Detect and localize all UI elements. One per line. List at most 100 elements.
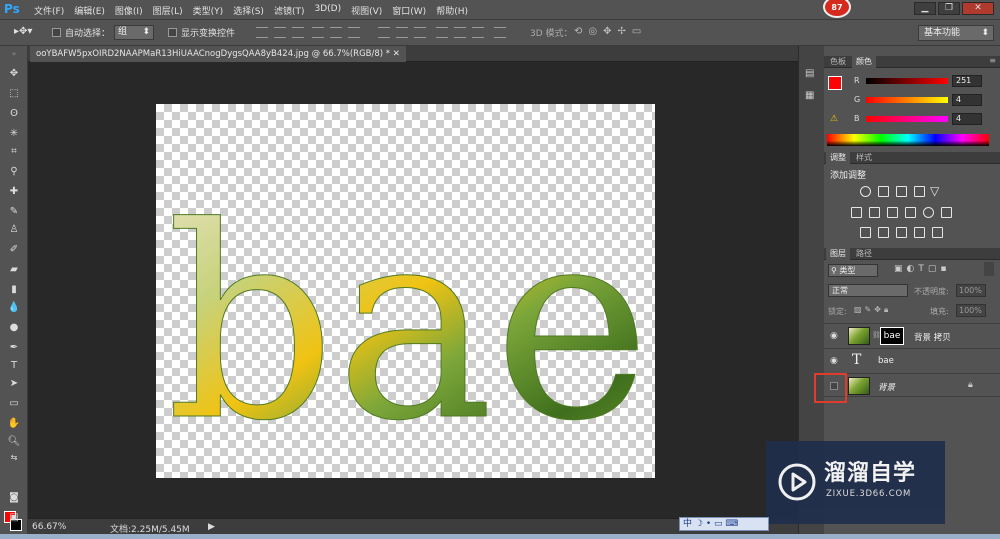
red-slider[interactable] <box>866 78 948 84</box>
layer-row-background[interactable]: 背景 🔒︎ <box>824 373 1000 397</box>
3d-mode-icons[interactable]: ⟲◎✥✢▭ <box>574 26 647 37</box>
selective-color-icon[interactable] <box>932 227 943 238</box>
panel-menu-icon[interactable]: ≡ <box>989 56 996 65</box>
zoom-level[interactable]: 66.67% <box>32 522 66 532</box>
gradient-map-icon[interactable] <box>914 227 925 238</box>
align-right-icon[interactable] <box>348 27 360 38</box>
layer-row-background-copy[interactable]: ◉ ⛓ bae 背景 拷贝 <box>824 323 1000 347</box>
lock-icons[interactable]: ▨✎✥🔒︎ <box>854 305 891 315</box>
pen-tool-icon[interactable]: ✒ <box>7 342 21 354</box>
history-brush-tool-icon[interactable]: ✐ <box>7 244 21 256</box>
threshold-icon[interactable] <box>896 227 907 238</box>
close-button[interactable]: ✕ <box>962 2 994 15</box>
align-hcenter-icon[interactable] <box>330 27 342 38</box>
layer-mask-thumbnail[interactable]: bae <box>880 327 904 345</box>
blue-slider[interactable] <box>866 116 948 122</box>
clone-stamp-tool-icon[interactable]: ♙ <box>7 224 21 236</box>
posterize-icon[interactable] <box>878 227 889 238</box>
notification-badge[interactable]: 87 <box>823 0 851 18</box>
zoom-tool-icon[interactable]: 🔍︎ <box>7 436 21 448</box>
menu-edit[interactable]: 编辑(E) <box>74 4 105 17</box>
lasso-tool-icon[interactable]: ʘ <box>7 108 21 120</box>
color-balance-icon[interactable] <box>869 207 880 218</box>
black-white-icon[interactable] <box>887 207 898 218</box>
distribute-hcenter-icon[interactable] <box>454 27 466 38</box>
tab-paths[interactable]: 路径 <box>852 248 876 260</box>
move-tool-icon[interactable]: ✥ <box>7 68 21 80</box>
blur-tool-icon[interactable]: 💧 <box>7 302 21 314</box>
menu-layer[interactable]: 图层(L) <box>153 4 183 17</box>
green-value-field[interactable]: 4 <box>952 94 982 106</box>
ime-toolbar[interactable]: 中 ☽ • ▭ ⌨ <box>679 517 769 531</box>
eye-icon[interactable]: ◉ <box>830 331 840 341</box>
gradient-tool-icon[interactable]: ▮ <box>7 284 21 296</box>
crop-tool-icon[interactable]: ⌗ <box>7 146 21 158</box>
tab-adjustments[interactable]: 调整 <box>826 152 850 164</box>
rectangle-tool-icon[interactable]: ▭ <box>7 398 21 410</box>
path-selection-tool-icon[interactable]: ➤ <box>7 378 21 390</box>
hand-tool-icon[interactable]: ✋ <box>7 418 21 430</box>
auto-align-icon[interactable] <box>494 27 506 38</box>
type-tool-icon[interactable]: T <box>7 360 21 372</box>
menu-file[interactable]: 文件(F) <box>34 4 64 17</box>
distribute-right-icon[interactable] <box>472 27 484 38</box>
layer-filter-dropdown[interactable]: ⚲ 类型 <box>828 264 878 277</box>
align-vcenter-icon[interactable] <box>274 27 286 38</box>
align-bottom-icon[interactable] <box>292 27 304 38</box>
dodge-tool-icon[interactable]: ● <box>7 322 21 334</box>
distribute-top-icon[interactable] <box>378 27 390 38</box>
document-tab[interactable]: ooYBAFW5pxOIRD2NAAPMaR13HiUAACnogDygsQAA… <box>30 46 406 62</box>
history-panel-icon[interactable]: ▤ <box>805 68 814 79</box>
screen-mode-icon[interactable]: ▣ <box>7 512 21 524</box>
levels-icon[interactable] <box>878 186 889 197</box>
auto-select-toggle[interactable]: 自动选择： <box>52 26 110 39</box>
color-lookup-icon[interactable] <box>941 207 952 218</box>
swap-colors-icon[interactable]: ⇆ <box>7 452 21 464</box>
layer-name[interactable]: 背景 <box>878 381 895 393</box>
eraser-tool-icon[interactable]: ▰ <box>7 264 21 276</box>
gamut-warning-icon[interactable]: ⚠ <box>830 114 838 124</box>
ime-mode[interactable]: 中 <box>683 519 692 529</box>
distribute-bottom-icon[interactable] <box>414 27 426 38</box>
fill-field[interactable]: 100% <box>956 304 986 317</box>
menu-type[interactable]: 类型(Y) <box>193 4 224 17</box>
foreground-color-swatch[interactable] <box>828 76 842 90</box>
blue-value-field[interactable]: 4 <box>952 113 982 125</box>
exposure-icon[interactable] <box>914 186 925 197</box>
show-transform-checkbox[interactable] <box>168 28 177 37</box>
red-value-field[interactable]: 251 <box>952 75 982 87</box>
invert-icon[interactable] <box>860 227 871 238</box>
quick-mask-icon[interactable]: ◙ <box>7 492 21 504</box>
green-slider[interactable] <box>866 97 948 103</box>
menu-select[interactable]: 选择(S) <box>233 4 264 17</box>
tab-swatches[interactable]: 色板 <box>826 56 850 68</box>
auto-select-checkbox[interactable] <box>52 28 61 37</box>
channel-mixer-icon[interactable] <box>923 207 934 218</box>
opacity-field[interactable]: 100% <box>956 284 986 297</box>
menu-image[interactable]: 图像(I) <box>115 4 143 17</box>
align-left-icon[interactable] <box>312 27 324 38</box>
eyedropper-tool-icon[interactable]: ⚲ <box>7 166 21 178</box>
tab-color[interactable]: 颜色 <box>852 56 876 68</box>
filter-toggle-icon[interactable] <box>984 262 994 276</box>
menu-view[interactable]: 视图(V) <box>351 4 382 17</box>
move-tool-icon[interactable]: ▸✥▾ <box>14 26 32 37</box>
auto-select-dropdown[interactable]: 组 ⬍ <box>114 25 154 40</box>
tab-layers[interactable]: 图层 <box>826 248 850 260</box>
color-spectrum-bar[interactable] <box>827 134 989 146</box>
document-canvas[interactable]: bae <box>156 104 655 478</box>
menu-3d[interactable]: 3D(D) <box>314 4 341 17</box>
align-top-icon[interactable] <box>256 27 268 38</box>
ime-icons[interactable]: ☽ • ▭ ⌨ <box>695 519 738 529</box>
marquee-tool-icon[interactable]: ⬚ <box>7 88 21 100</box>
hue-saturation-icon[interactable] <box>851 207 862 218</box>
properties-panel-icon[interactable]: ▦ <box>805 90 814 101</box>
layer-row-bae[interactable]: ◉ T bae <box>824 348 1000 372</box>
curves-icon[interactable] <box>896 186 907 197</box>
photo-filter-icon[interactable] <box>905 207 916 218</box>
magic-wand-tool-icon[interactable]: ✳ <box>7 128 21 140</box>
distribute-left-icon[interactable] <box>436 27 448 38</box>
minimize-button[interactable]: ▁ <box>914 2 936 15</box>
brush-tool-icon[interactable]: ✎ <box>7 206 21 218</box>
menu-filter[interactable]: 滤镜(T) <box>274 4 305 17</box>
